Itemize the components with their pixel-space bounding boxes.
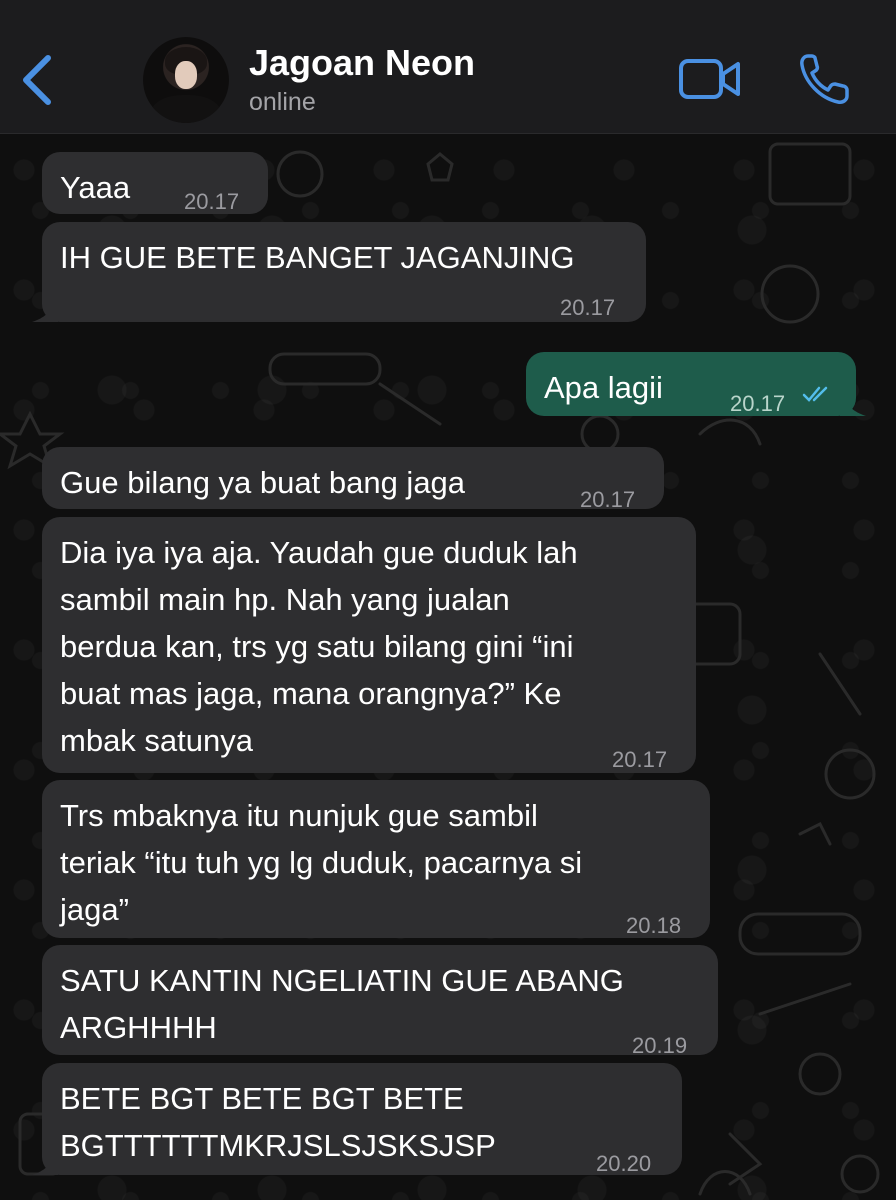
message-text: Trs mbaknya itu nunjuk gue sambil teriak… bbox=[60, 798, 583, 927]
message-text: SATU KANTIN NGELIATIN GUE ABANG ARGHHHH bbox=[60, 963, 624, 1045]
bubble-tail bbox=[32, 1153, 58, 1175]
message-text: BETE BGT BETE BGT BETE BGTTTTTTMKRJSLSJS… bbox=[60, 1081, 496, 1163]
incoming-message[interactable]: Dia iya iya aja. Yaudah gue duduk lah sa… bbox=[42, 517, 696, 773]
chat-screen: Jagoan Neon online Yaaa 20.17 IH GUE BET… bbox=[0, 0, 896, 1200]
message-text: Gue bilang ya buat bang jaga bbox=[60, 465, 466, 500]
back-button[interactable] bbox=[14, 50, 64, 110]
incoming-message[interactable]: SATU KANTIN NGELIATIN GUE ABANG ARGHHHH 2… bbox=[42, 945, 718, 1058]
message-text: Apa lagii bbox=[544, 370, 663, 405]
outgoing-message[interactable]: Apa lagii 20.17 bbox=[526, 352, 866, 416]
message-text: Dia iya iya aja. Yaudah gue duduk lah sa… bbox=[60, 535, 578, 758]
message-timestamp: 20.19 bbox=[632, 1033, 688, 1058]
incoming-message[interactable]: BETE BGT BETE BGT BETE BGTTTTTTMKRJSLSJS… bbox=[32, 1063, 682, 1176]
message-timestamp: 20.17 bbox=[184, 189, 240, 214]
message-text: IH GUE BETE BANGET JAGANJING bbox=[60, 240, 575, 275]
video-camera-icon bbox=[679, 59, 740, 99]
message-timestamp: 20.17 bbox=[730, 391, 786, 416]
message-timestamp: 20.20 bbox=[596, 1151, 652, 1176]
chat-header: Jagoan Neon online bbox=[0, 0, 896, 134]
message-timestamp: 20.18 bbox=[626, 913, 682, 938]
contact-avatar[interactable] bbox=[143, 37, 229, 123]
read-receipt-icon bbox=[802, 386, 828, 402]
chevron-left-icon bbox=[23, 55, 51, 105]
message-timestamp: 20.17 bbox=[612, 747, 668, 772]
message-timestamp: 20.17 bbox=[580, 487, 636, 512]
bubble-tail bbox=[32, 300, 58, 322]
video-call-button[interactable] bbox=[678, 58, 742, 100]
incoming-message[interactable]: Yaaa 20.17 bbox=[42, 152, 268, 214]
voice-call-button[interactable] bbox=[798, 52, 850, 106]
incoming-message[interactable]: IH GUE BETE BANGET JAGANJING 20.17 bbox=[32, 222, 646, 322]
phone-icon bbox=[800, 54, 849, 104]
bubble-tail bbox=[840, 394, 866, 416]
message-timestamp: 20.17 bbox=[560, 295, 616, 320]
contact-status: online bbox=[249, 88, 316, 116]
incoming-message[interactable]: Trs mbaknya itu nunjuk gue sambil teriak… bbox=[42, 780, 710, 938]
incoming-message[interactable]: Gue bilang ya buat bang jaga 20.17 bbox=[42, 447, 664, 512]
contact-name[interactable]: Jagoan Neon bbox=[249, 42, 475, 84]
